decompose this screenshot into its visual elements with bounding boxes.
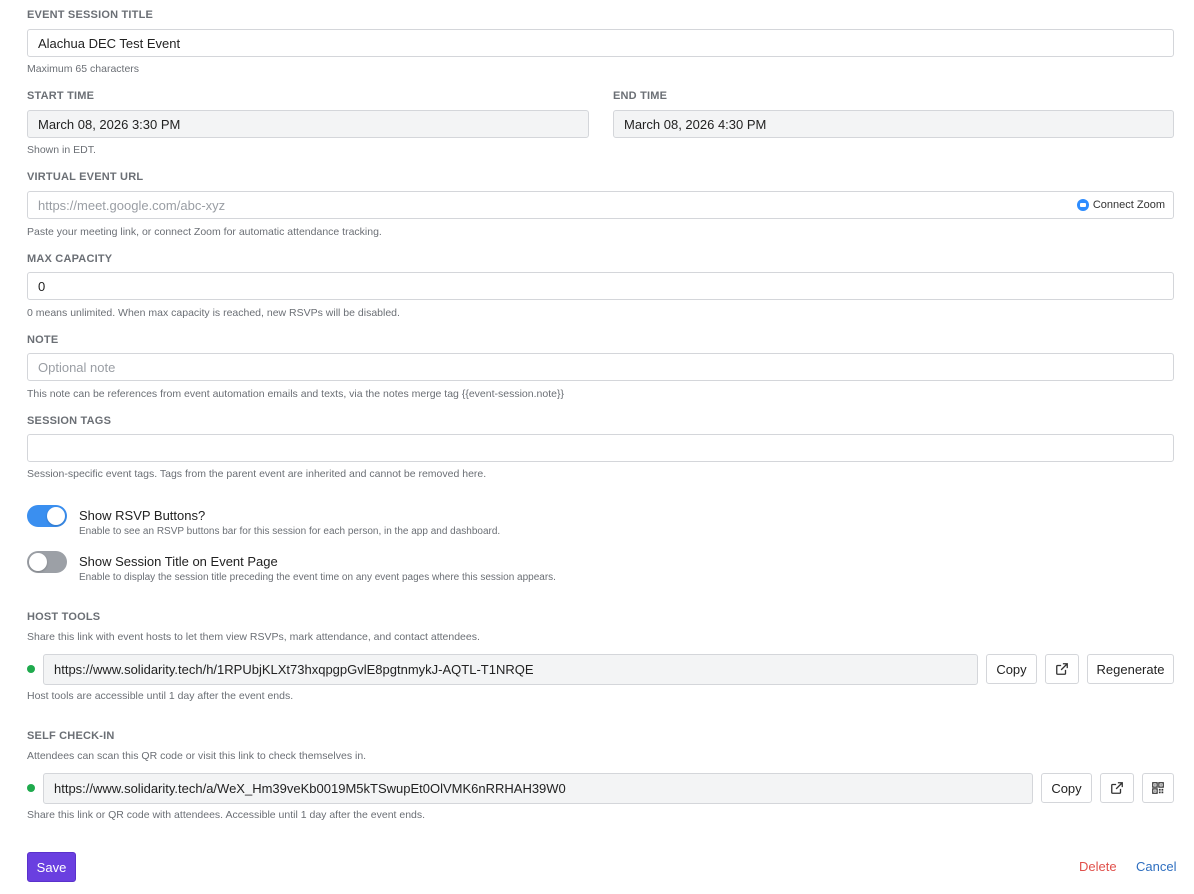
host-tools-description: Share this link with event hosts to let … (27, 631, 480, 643)
self-checkin-open-button[interactable] (1100, 773, 1134, 803)
session-tags-help: Session-specific event tags. Tags from t… (27, 468, 487, 480)
title-help: Maximum 65 characters (27, 63, 140, 75)
start-time-label: START TIME (27, 90, 95, 102)
regenerate-button[interactable]: Regenerate (1087, 654, 1174, 684)
cancel-link[interactable]: Cancel (1136, 859, 1176, 874)
end-time-input[interactable]: March 08, 2026 4:30 PM (613, 110, 1174, 138)
session-title-toggle[interactable] (27, 551, 67, 573)
start-time-value: March 08, 2026 3:30 PM (38, 116, 181, 132)
copy-label: Copy (996, 661, 1027, 677)
host-tools-status-dot (27, 665, 35, 673)
self-checkin-help: Share this link or QR code with attendee… (27, 809, 426, 821)
end-time-value: March 08, 2026 4:30 PM (624, 116, 767, 132)
qr-code-icon (1152, 782, 1164, 794)
note-placeholder: Optional note (38, 359, 116, 375)
session-title-toggle-subtitle: Enable to display the session title prec… (79, 572, 556, 583)
virtual-url-label: VIRTUAL EVENT URL (27, 171, 144, 183)
title-value: Alachua DEC Test Event (38, 35, 181, 51)
external-link-icon (1111, 782, 1123, 794)
host-tools-label: HOST TOOLS (27, 611, 101, 623)
rsvp-toggle-subtitle: Enable to see an RSVP buttons bar for th… (79, 526, 501, 537)
self-checkin-status-dot (27, 784, 35, 792)
note-label: NOTE (27, 334, 59, 346)
host-tools-help: Host tools are accessible until 1 day af… (27, 690, 294, 702)
zoom-icon (1076, 199, 1089, 211)
session-title-toggle-title: Show Session Title on Event Page (79, 554, 278, 569)
virtual-url-placeholder: https://meet.google.com/abc-xyz (38, 197, 226, 213)
delete-link[interactable]: Delete (1079, 859, 1117, 874)
copy-label: Copy (1051, 780, 1082, 796)
host-tools-url: https://www.solidarity.tech/h/1RPUbjKLXt… (54, 662, 534, 677)
save-label: Save (36, 859, 67, 875)
end-time-label: END TIME (613, 90, 668, 102)
connect-zoom-label: Connect Zoom (1092, 199, 1165, 211)
max-capacity-help: 0 means unlimited. When max capacity is … (27, 307, 400, 319)
self-checkin-description: Attendees can scan this QR code or visit… (27, 750, 367, 762)
virtual-url-input[interactable]: https://meet.google.com/abc-xyz Connect … (27, 191, 1174, 219)
host-tools-copy-button[interactable]: Copy (986, 654, 1037, 684)
host-tools-url-field[interactable]: https://www.solidarity.tech/h/1RPUbjKLXt… (43, 654, 978, 685)
max-capacity-label: MAX CAPACITY (27, 253, 113, 265)
session-tags-label: SESSION TAGS (27, 415, 112, 427)
external-link-icon (1056, 663, 1068, 675)
self-checkin-copy-button[interactable]: Copy (1041, 773, 1092, 803)
virtual-url-help: Paste your meeting link, or connect Zoom… (27, 226, 382, 238)
save-button[interactable]: Save (27, 852, 76, 882)
note-help: This note can be references from event a… (27, 388, 564, 400)
note-input[interactable]: Optional note (27, 353, 1174, 381)
rsvp-buttons-toggle[interactable] (27, 505, 67, 527)
self-checkin-url-field[interactable]: https://www.solidarity.tech/a/WeX_Hm39ve… (43, 773, 1033, 804)
regenerate-label: Regenerate (1096, 661, 1165, 677)
connect-zoom-button[interactable]: Connect Zoom (1076, 199, 1165, 211)
self-checkin-url: https://www.solidarity.tech/a/WeX_Hm39ve… (54, 781, 566, 796)
host-tools-open-button[interactable] (1045, 654, 1079, 684)
self-checkin-label: SELF CHECK-IN (27, 730, 115, 742)
title-input[interactable]: Alachua DEC Test Event (27, 29, 1174, 57)
max-capacity-value: 0 (38, 278, 46, 294)
toggle-knob (47, 507, 65, 525)
max-capacity-input[interactable]: 0 (27, 272, 1174, 300)
session-tags-input[interactable] (27, 434, 1174, 462)
qr-code-button[interactable] (1142, 773, 1174, 803)
rsvp-toggle-title: Show RSVP Buttons? (79, 508, 206, 523)
start-time-input[interactable]: March 08, 2026 3:30 PM (27, 110, 589, 138)
toggle-knob (29, 553, 47, 571)
time-help: Shown in EDT. (27, 144, 96, 156)
title-label: EVENT SESSION TITLE (27, 9, 154, 21)
